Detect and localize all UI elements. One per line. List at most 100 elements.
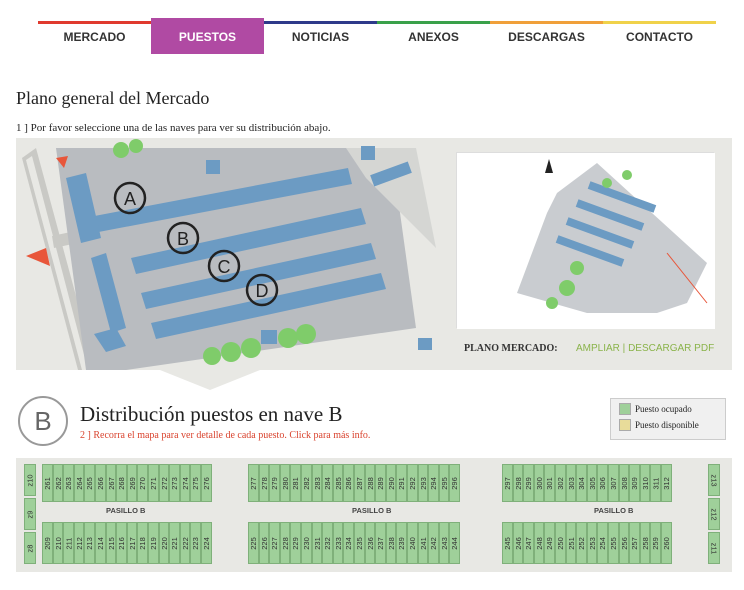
nav-mercado[interactable]: MERCADO: [38, 18, 151, 54]
stall-298[interactable]: 298: [512, 464, 524, 502]
stall-277[interactable]: 277: [248, 464, 259, 502]
stall-253[interactable]: 253: [586, 522, 598, 564]
stall-275[interactable]: 275: [190, 464, 201, 502]
stall-267[interactable]: 267: [105, 464, 117, 502]
stall-211[interactable]: 211: [63, 522, 74, 564]
stall-302[interactable]: 302: [555, 464, 566, 502]
stall-225[interactable]: 225: [248, 522, 259, 564]
descargar-pdf-link[interactable]: DESCARGAR PDF: [628, 343, 714, 354]
stall-287[interactable]: 287: [354, 464, 365, 502]
stall-209[interactable]: 209: [42, 522, 53, 564]
stall-286[interactable]: 286: [343, 464, 354, 502]
stall-311[interactable]: 311: [650, 464, 661, 502]
stall-238[interactable]: 238: [385, 522, 397, 564]
stall-260[interactable]: 260: [661, 522, 672, 564]
stall-276[interactable]: 276: [201, 464, 212, 502]
stall-291[interactable]: 291: [396, 464, 407, 502]
stall-256[interactable]: 256: [618, 522, 630, 564]
stall-210[interactable]: 210: [52, 522, 64, 564]
stall-242[interactable]: 242: [428, 522, 439, 564]
stall-304[interactable]: 304: [576, 464, 587, 502]
stall-243[interactable]: 243: [438, 522, 450, 564]
stall-239[interactable]: 239: [396, 522, 407, 564]
stall-216[interactable]: 216: [116, 522, 127, 564]
stall-z13[interactable]: z13: [708, 464, 720, 496]
stall-271[interactable]: 271: [148, 464, 159, 502]
stall-264[interactable]: 264: [73, 464, 85, 502]
stall-254[interactable]: 254: [597, 522, 608, 564]
stall-308[interactable]: 308: [618, 464, 630, 502]
stall-218[interactable]: 218: [137, 522, 148, 564]
stall-224[interactable]: 224: [201, 522, 212, 564]
stall-306[interactable]: 306: [597, 464, 608, 502]
stall-300[interactable]: 300: [533, 464, 545, 502]
stall-241[interactable]: 241: [417, 522, 429, 564]
stall-244[interactable]: 244: [449, 522, 460, 564]
stall-247[interactable]: 247: [523, 522, 534, 564]
stall-228[interactable]: 228: [279, 522, 291, 564]
stall-305[interactable]: 305: [586, 464, 598, 502]
stall-274[interactable]: 274: [179, 464, 191, 502]
stall-284[interactable]: 284: [322, 464, 333, 502]
nav-descargas[interactable]: DESCARGAS: [490, 18, 603, 54]
stall-252[interactable]: 252: [576, 522, 587, 564]
stall-296[interactable]: 296: [449, 464, 460, 502]
stall-z12[interactable]: z12: [708, 498, 720, 530]
stall-240[interactable]: 240: [407, 522, 418, 564]
stall-261[interactable]: 261: [42, 464, 53, 502]
stall-301[interactable]: 301: [544, 464, 555, 502]
stall-259[interactable]: 259: [650, 522, 661, 564]
stall-279[interactable]: 279: [269, 464, 280, 502]
nav-puestos[interactable]: PUESTOS: [151, 18, 264, 54]
stall-233[interactable]: 233: [332, 522, 344, 564]
stall-294[interactable]: 294: [428, 464, 439, 502]
stall-246[interactable]: 246: [512, 522, 524, 564]
stall-293[interactable]: 293: [417, 464, 429, 502]
minimap[interactable]: [456, 152, 715, 329]
stall-221[interactable]: 221: [169, 522, 180, 564]
stall-273[interactable]: 273: [169, 464, 180, 502]
stall-214[interactable]: 214: [95, 522, 106, 564]
stall-z8[interactable]: z8: [24, 532, 36, 564]
stall-290[interactable]: 290: [385, 464, 397, 502]
stall-263[interactable]: 263: [63, 464, 74, 502]
nav-contacto[interactable]: CONTACTO: [603, 18, 716, 54]
stall-262[interactable]: 262: [52, 464, 64, 502]
stall-266[interactable]: 266: [95, 464, 106, 502]
stall-249[interactable]: 249: [544, 522, 555, 564]
stall-299[interactable]: 299: [523, 464, 534, 502]
stall-270[interactable]: 270: [137, 464, 148, 502]
stall-245[interactable]: 245: [502, 522, 513, 564]
stall-297[interactable]: 297: [502, 464, 513, 502]
stall-303[interactable]: 303: [565, 464, 577, 502]
stall-310[interactable]: 310: [639, 464, 651, 502]
stall-257[interactable]: 257: [629, 522, 640, 564]
stall-220[interactable]: 220: [158, 522, 170, 564]
stall-215[interactable]: 215: [105, 522, 117, 564]
stall-282[interactable]: 282: [301, 464, 312, 502]
stall-269[interactable]: 269: [126, 464, 138, 502]
stall-268[interactable]: 268: [116, 464, 127, 502]
stall-237[interactable]: 237: [375, 522, 386, 564]
stall-272[interactable]: 272: [158, 464, 170, 502]
ampliar-link[interactable]: AMPLIAR: [576, 343, 620, 354]
stall-258[interactable]: 258: [639, 522, 651, 564]
stall-z11[interactable]: z11: [708, 532, 720, 564]
stall-292[interactable]: 292: [407, 464, 418, 502]
stall-236[interactable]: 236: [364, 522, 376, 564]
stall-250[interactable]: 250: [555, 522, 566, 564]
stall-219[interactable]: 219: [148, 522, 159, 564]
stall-z10[interactable]: z10: [24, 464, 36, 496]
stall-217[interactable]: 217: [126, 522, 138, 564]
stall-255[interactable]: 255: [608, 522, 619, 564]
stall-251[interactable]: 251: [565, 522, 577, 564]
stall-283[interactable]: 283: [311, 464, 323, 502]
stall-222[interactable]: 222: [179, 522, 191, 564]
stall-226[interactable]: 226: [258, 522, 270, 564]
stall-223[interactable]: 223: [190, 522, 201, 564]
stall-z9[interactable]: z9: [24, 498, 36, 530]
stall-232[interactable]: 232: [322, 522, 333, 564]
stall-265[interactable]: 265: [84, 464, 95, 502]
stall-231[interactable]: 231: [311, 522, 323, 564]
stall-281[interactable]: 281: [290, 464, 301, 502]
